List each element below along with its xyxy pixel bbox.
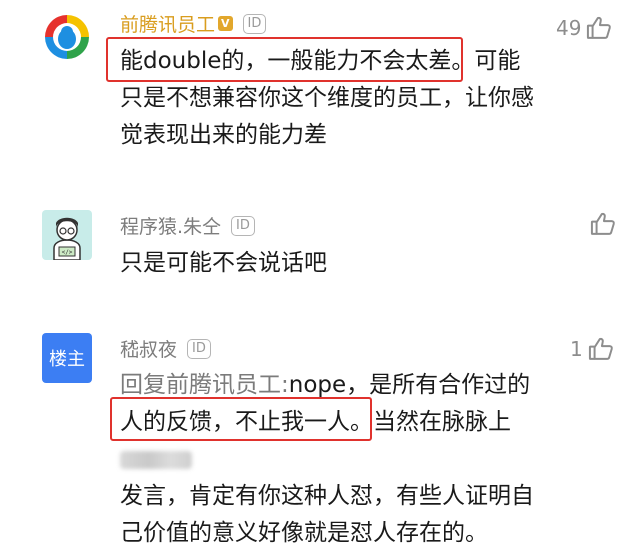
redacted-text <box>120 450 192 469</box>
reply-prefix[interactable]: 回复前腾讯员工: <box>120 372 289 398</box>
author-name-text: 前腾讯员工 <box>120 14 216 36</box>
comment-text: 只是可能不会说话吧 <box>120 245 540 282</box>
comment-text: 回复前腾讯员工:nope，是所有合作过的 人的反馈，不止我一人。当然在脉脉上 发… <box>120 367 540 552</box>
comment-text-part1: nope，是所有合作过的 <box>288 372 531 398</box>
comment-1: 前腾讯员工 V ID 能double的，一般能力不会太差。可能只是不想兼容你这个… <box>0 0 641 190</box>
author-name-text: 程序猿.朱仝 <box>120 216 222 238</box>
like-button[interactable] <box>589 210 617 238</box>
like-count: 49 <box>556 16 582 40</box>
like-button[interactable]: 49 <box>556 14 613 42</box>
thumbs-up-icon <box>590 212 615 235</box>
highlight-box <box>106 37 463 82</box>
author-name-text: 嵇叔夜 <box>120 339 178 361</box>
op-label: 楼主 <box>49 349 85 370</box>
avatar[interactable] <box>42 12 92 62</box>
comment-text-part2: 。当然在脉脉上 <box>350 409 511 435</box>
comment-3: 楼主 嵇叔夜 ID 回复前腾讯员工:nope，是所有合作过的 人的反馈，不止我一… <box>0 315 641 546</box>
thumbs-up-icon <box>588 337 613 360</box>
like-button[interactable]: 1 <box>570 335 615 363</box>
penguin-icon <box>42 12 92 62</box>
id-badge: ID <box>231 215 255 236</box>
avatar[interactable]: </> <box>42 210 92 260</box>
programmer-icon: </> <box>42 210 92 260</box>
thumbs-up-icon <box>587 16 612 39</box>
verified-badge: V <box>218 16 233 31</box>
like-count: 1 <box>570 337 583 361</box>
id-badge: ID <box>187 338 211 359</box>
op-avatar[interactable]: 楼主 <box>42 333 92 383</box>
author-name[interactable]: 程序猿.朱仝 ID <box>120 212 255 239</box>
author-name[interactable]: 嵇叔夜 ID <box>120 335 211 362</box>
comment-text-part3: 发言，肯定有你这种人怼，有些人证明自己价值的意义好像就是怼人存在的。 <box>120 483 534 546</box>
comment-text-body: 只是可能不会说话吧 <box>120 250 327 276</box>
comment-2: </> 程序猿.朱仝 ID 只是可能不会说话吧 <box>0 190 641 315</box>
highlight-box <box>110 397 372 441</box>
id-badge: ID <box>242 13 267 34</box>
author-name[interactable]: 前腾讯员工 V ID <box>120 10 267 37</box>
svg-text:</>: </> <box>62 249 73 256</box>
